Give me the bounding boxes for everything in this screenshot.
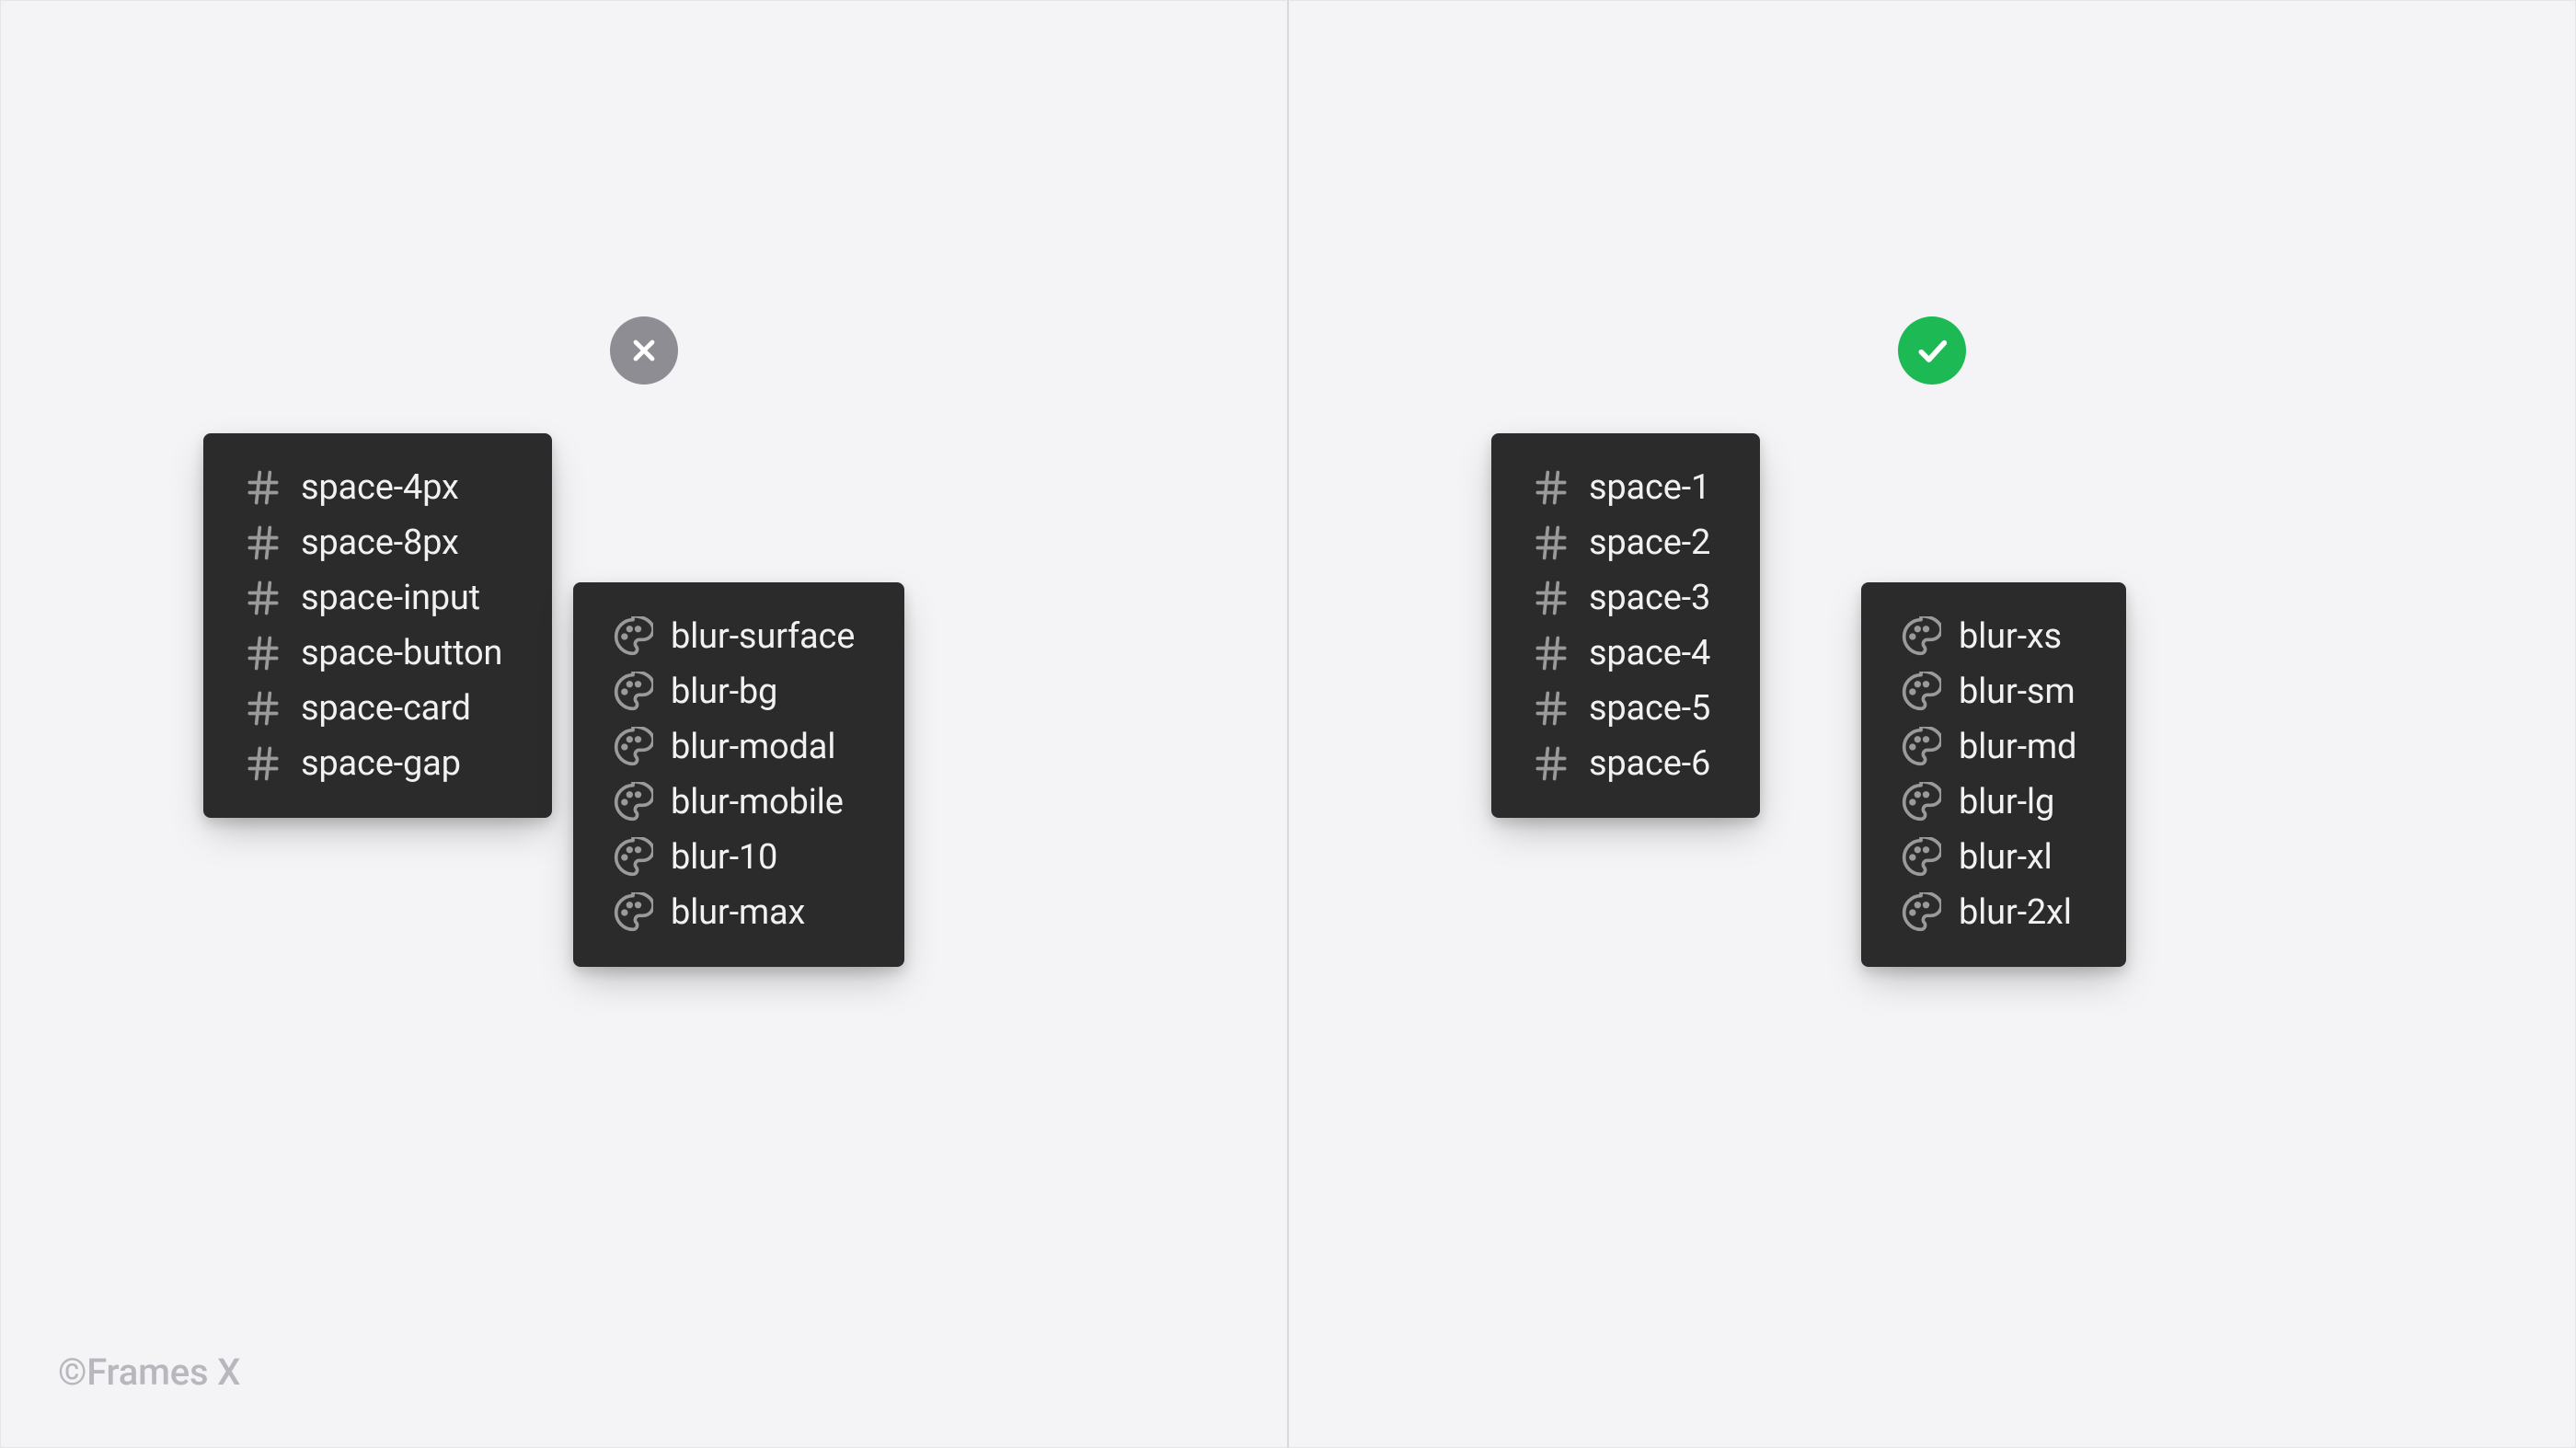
list-item: blur-surface bbox=[612, 615, 855, 658]
good-blur-tokens-panel: blur-xs blur-sm blur-md blur-lg blur-xl bbox=[1861, 582, 2126, 967]
list-item: space-card bbox=[242, 687, 502, 730]
list-item: blur-bg bbox=[612, 671, 855, 713]
hash-icon bbox=[242, 687, 284, 730]
token-label: blur-sm bbox=[1959, 672, 2075, 712]
token-label: space-button bbox=[301, 633, 502, 673]
palette-icon bbox=[612, 615, 654, 658]
palette-icon bbox=[612, 836, 654, 879]
good-example-panel: space-1 space-2 space-3 space-4 space-5 bbox=[1288, 0, 2576, 1448]
bad-blur-tokens-panel: blur-surface blur-bg blur-modal blur-mob… bbox=[573, 582, 904, 967]
token-label: blur-xl bbox=[1959, 837, 2053, 878]
list-item: blur-max bbox=[612, 891, 855, 934]
list-item: space-2 bbox=[1530, 522, 1710, 564]
token-label: space-3 bbox=[1589, 578, 1710, 618]
token-label: blur-2xl bbox=[1959, 892, 2072, 933]
token-label: space-4px bbox=[301, 467, 459, 508]
palette-icon bbox=[1900, 781, 1942, 823]
list-item: blur-sm bbox=[1900, 671, 2076, 713]
list-item: space-4 bbox=[1530, 632, 1710, 674]
palette-icon bbox=[1900, 836, 1942, 879]
hash-icon bbox=[1530, 687, 1572, 730]
list-item: blur-xl bbox=[1900, 836, 2076, 879]
list-item: blur-mobile bbox=[612, 781, 855, 823]
hash-icon bbox=[1530, 632, 1572, 674]
list-item: blur-lg bbox=[1900, 781, 2076, 823]
list-item: space-3 bbox=[1530, 577, 1710, 619]
token-label: blur-modal bbox=[671, 727, 835, 767]
list-item: blur-modal bbox=[612, 726, 855, 768]
list-item: blur-md bbox=[1900, 726, 2076, 768]
token-label: space-card bbox=[301, 688, 471, 729]
hash-icon bbox=[1530, 577, 1572, 619]
token-label: space-input bbox=[301, 578, 480, 618]
cross-icon bbox=[627, 334, 661, 367]
hash-icon bbox=[242, 522, 284, 564]
token-label: space-4 bbox=[1589, 633, 1710, 673]
token-label: space-1 bbox=[1589, 467, 1710, 508]
token-label: blur-bg bbox=[671, 672, 777, 712]
bad-space-tokens-panel: space-4px space-8px space-input space-bu… bbox=[203, 433, 552, 818]
token-label: blur-lg bbox=[1959, 782, 2054, 822]
palette-icon bbox=[1900, 726, 1942, 768]
token-label: blur-max bbox=[671, 892, 805, 933]
palette-icon bbox=[1900, 671, 1942, 713]
token-label: space-2 bbox=[1589, 523, 1710, 563]
hash-icon bbox=[242, 742, 284, 785]
palette-icon bbox=[612, 891, 654, 934]
hash-icon bbox=[242, 466, 284, 509]
palette-icon bbox=[612, 726, 654, 768]
palette-icon bbox=[1900, 891, 1942, 934]
token-label: space-6 bbox=[1589, 743, 1710, 784]
hash-icon bbox=[1530, 742, 1572, 785]
credit-text: ©Frames X bbox=[58, 1350, 240, 1394]
list-item: space-6 bbox=[1530, 742, 1710, 785]
hash-icon bbox=[242, 577, 284, 619]
palette-icon bbox=[612, 781, 654, 823]
list-item: space-input bbox=[242, 577, 502, 619]
list-item: space-5 bbox=[1530, 687, 1710, 730]
token-label: space-5 bbox=[1589, 688, 1710, 729]
token-label: blur-10 bbox=[671, 837, 777, 878]
token-label: space-8px bbox=[301, 523, 459, 563]
palette-icon bbox=[1900, 615, 1942, 658]
token-label: blur-md bbox=[1959, 727, 2076, 767]
token-label: blur-xs bbox=[1959, 616, 2062, 657]
list-item: space-button bbox=[242, 632, 502, 674]
hash-icon bbox=[1530, 522, 1572, 564]
palette-icon bbox=[612, 671, 654, 713]
token-label: blur-surface bbox=[671, 616, 855, 657]
list-item: blur-xs bbox=[1900, 615, 2076, 658]
token-label: space-gap bbox=[301, 743, 461, 784]
check-badge bbox=[1898, 316, 1966, 385]
list-item: space-8px bbox=[242, 522, 502, 564]
token-label: blur-mobile bbox=[671, 782, 844, 822]
check-icon bbox=[1914, 332, 1950, 369]
list-item: space-4px bbox=[242, 466, 502, 509]
comparison-graphic: space-4px space-8px space-input space-bu… bbox=[0, 0, 2576, 1448]
list-item: space-1 bbox=[1530, 466, 1710, 509]
cross-badge bbox=[610, 316, 678, 385]
hash-icon bbox=[1530, 466, 1572, 509]
list-item: space-gap bbox=[242, 742, 502, 785]
hash-icon bbox=[242, 632, 284, 674]
list-item: blur-10 bbox=[612, 836, 855, 879]
list-item: blur-2xl bbox=[1900, 891, 2076, 934]
good-space-tokens-panel: space-1 space-2 space-3 space-4 space-5 bbox=[1491, 433, 1760, 818]
bad-example-panel: space-4px space-8px space-input space-bu… bbox=[0, 0, 1288, 1448]
